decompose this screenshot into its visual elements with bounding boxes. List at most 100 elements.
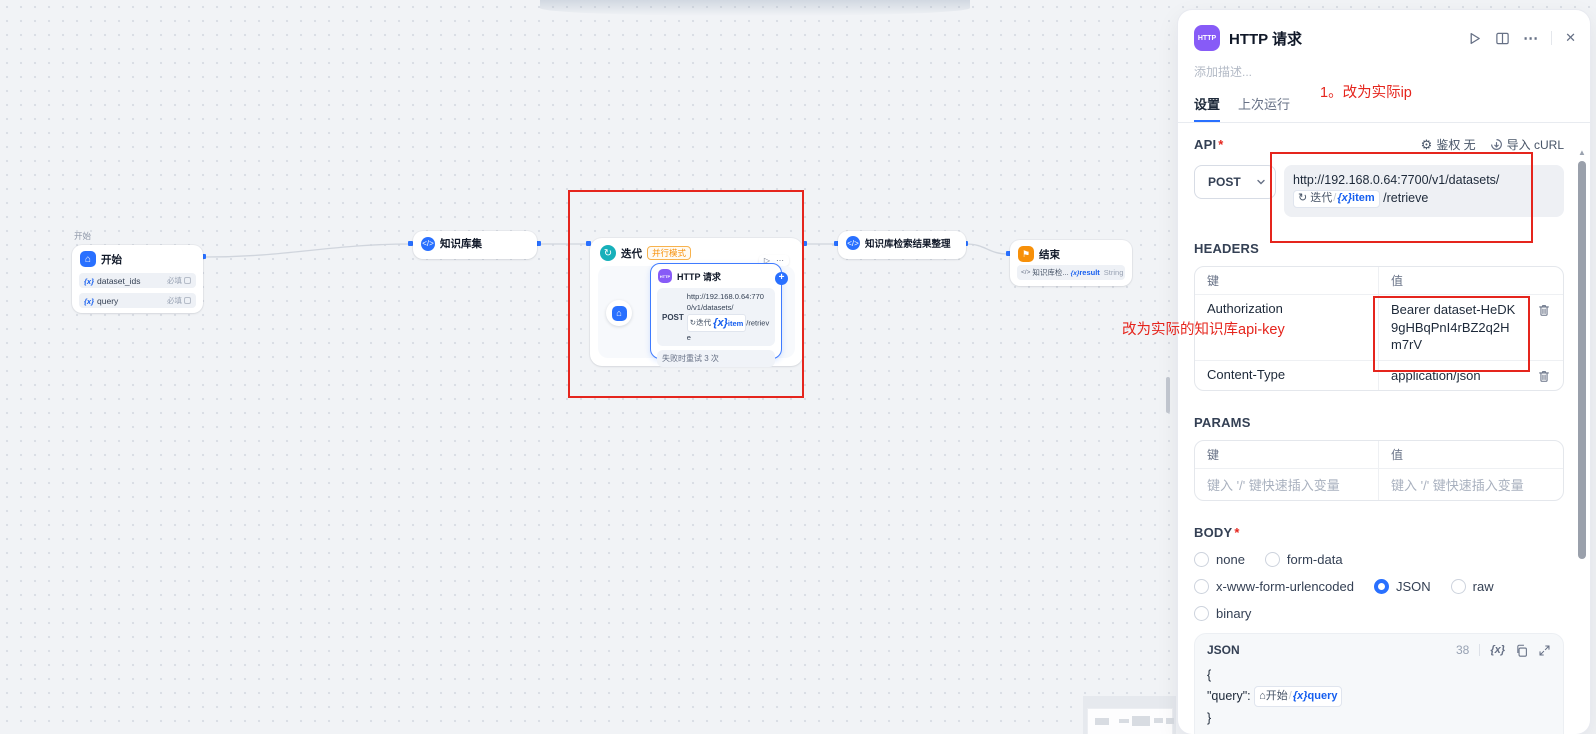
radio-none[interactable]: none [1194, 552, 1245, 567]
start-var-query[interactable]: {x}query 必填 [79, 293, 196, 308]
radio-x-www-form-urlencoded[interactable]: x-www-form-urlencoded [1194, 579, 1354, 594]
radio-form-data[interactable]: form-data [1265, 552, 1343, 567]
minimap-viewport [1088, 709, 1172, 734]
iteration-start-node[interactable]: ⌂ [606, 300, 632, 326]
radio-circle [1194, 552, 1209, 567]
import-icon [1490, 138, 1503, 151]
node-start[interactable]: ⌂ 开始 {x}dataset_ids 必填 {x}query 必填 [72, 245, 203, 313]
required-star: * [1234, 525, 1239, 540]
http-icon: HTTP [658, 269, 672, 283]
description-placeholder[interactable]: 添加描述... [1178, 51, 1590, 80]
refresh-icon: ↻ [1298, 192, 1307, 204]
annotation-change-ip: 1。改为实际ip [1320, 81, 1412, 102]
node-end[interactable]: ⚑ 结束 </> 知识库检... {x}result String [1010, 240, 1132, 286]
header-value-input[interactable]: application/json [1391, 367, 1481, 385]
body-section-title: BODY* [1194, 525, 1564, 540]
header-key-input[interactable]: Content-Type [1195, 361, 1379, 391]
add-node-button[interactable]: + [775, 272, 788, 285]
auth-setting-button[interactable]: ⚙ 鉴权 无 [1421, 136, 1476, 153]
end-node-title: 结束 [1039, 247, 1060, 262]
radio-circle [1194, 606, 1209, 621]
insert-variable-button[interactable]: {x} [1490, 644, 1505, 656]
body-type-options: none form-data x-www-form-urlencoded JSO… [1194, 552, 1564, 621]
annotation-change-api-key: 改为实际的知识库api-key [1122, 318, 1285, 339]
http-node-config-panel: HTTP HTTP 请求 ⋯ ✕ 添加描述... 设置 上次运行 API* ⚙ … [1178, 10, 1590, 734]
required-icon [184, 277, 191, 284]
home-icon: ⌂ [80, 251, 96, 267]
panel-title: HTTP 请求 [1229, 28, 1458, 49]
char-count: 38 [1456, 643, 1469, 657]
radio-binary[interactable]: binary [1194, 606, 1251, 621]
canvas-scrollbar-thumb[interactable] [1166, 377, 1170, 413]
import-curl-button[interactable]: 导入 cURL [1490, 136, 1564, 153]
scrollbar-thumb[interactable] [1578, 161, 1586, 559]
param-key-input[interactable]: 键入 '/' 键快速插入变量 [1195, 469, 1379, 500]
headers-col-key: 键 [1195, 267, 1379, 294]
arrange-node-title: 知识库检索结果整理 [865, 236, 951, 250]
method-select[interactable]: POST [1194, 165, 1276, 199]
url-input[interactable]: http://192.168.0.64:7700/v1/datasets/↻ 迭… [1284, 165, 1564, 217]
json-body-content[interactable]: { "query": ⌂开始/{x}query } [1207, 665, 1551, 729]
json-editor[interactable]: JSON 38 {x} { "query": ⌂开始/{x}query } [1194, 633, 1564, 734]
code-icon: </> [1021, 269, 1030, 276]
parallel-mode-badge: 并行模式 [647, 246, 691, 260]
http-mini-url: POST http://192.168.0.64:7700/v1/dataset… [657, 288, 775, 346]
editor-label: JSON [1207, 643, 1456, 657]
param-value-input[interactable]: 键入 '/' 键快速插入变量 [1379, 469, 1563, 500]
iteration-node-title: 迭代 [621, 246, 642, 261]
http-node-title: HTTP 请求 [677, 270, 721, 283]
end-output-row: </> 知识库检... {x}result String [1017, 265, 1125, 280]
start-var-dataset-ids[interactable]: {x}dataset_ids 必填 [79, 273, 196, 288]
trash-icon[interactable] [1537, 303, 1551, 354]
start-node-title: 开始 [101, 252, 122, 267]
node-arrange-results[interactable]: </> 知识库检索结果整理 [838, 231, 966, 259]
node-knowledge-base[interactable]: </> 知识库集 [413, 231, 537, 259]
variable-icon: {x} [84, 297, 94, 306]
refresh-icon: ↻ [600, 245, 616, 261]
radio-circle [1451, 579, 1466, 594]
kb-node-title: 知识库集 [440, 236, 482, 251]
header-value-input[interactable]: Bearer dataset-HeDK9gHBqPnI4rBZ2q2Hm7rV [1391, 301, 1519, 354]
copy-icon[interactable] [1515, 644, 1528, 657]
node-iteration[interactable]: ↻ 迭代 并行模式 ▷ ⋯ ⌂ HTTP HTTP 请求 + POST http… [590, 238, 803, 366]
body-variable-pill[interactable]: ⌂开始/{x}query [1254, 686, 1342, 707]
iteration-body: ⌂ HTTP HTTP 请求 + POST http://192.168.0.6… [598, 266, 795, 358]
minimap[interactable] [1083, 696, 1176, 734]
http-icon: HTTP [1194, 25, 1220, 51]
radio-json[interactable]: JSON [1374, 579, 1431, 594]
table-row: Content-Type application/json [1195, 360, 1563, 391]
panel-scrollbar[interactable]: ▲ [1576, 146, 1588, 734]
more-icon[interactable]: ⋯ [1523, 29, 1538, 47]
run-node-button[interactable] [1467, 31, 1482, 46]
params-section-title: PARAMS [1194, 415, 1564, 430]
expand-icon[interactable] [1538, 644, 1551, 657]
close-icon[interactable]: ✕ [1565, 30, 1576, 46]
api-section-title: API* [1194, 137, 1224, 152]
radio-circle [1374, 579, 1389, 594]
radio-circle [1194, 579, 1209, 594]
home-icon: ⌂ [612, 306, 627, 321]
radio-circle [1265, 552, 1280, 567]
http-retry-label: 失败时重试 3 次 [657, 350, 775, 367]
docs-icon[interactable] [1495, 31, 1510, 46]
url-variable-pill[interactable]: ↻ 迭代/{x}item [1293, 190, 1380, 208]
headers-section-title: HEADERS [1194, 241, 1564, 256]
home-icon: ⌂ [1259, 690, 1266, 702]
divider [1551, 31, 1552, 45]
required-icon [184, 297, 191, 304]
tab-settings[interactable]: 设置 [1194, 94, 1220, 122]
radio-raw[interactable]: raw [1451, 579, 1494, 594]
required-star: * [1218, 137, 1223, 152]
table-row: 键入 '/' 键快速插入变量 键入 '/' 键快速插入变量 [1195, 468, 1563, 500]
code-icon: </> [421, 237, 435, 251]
chevron-down-icon [1256, 177, 1266, 187]
divider [1479, 644, 1480, 656]
code-icon: </> [846, 236, 860, 250]
trash-icon[interactable] [1537, 369, 1551, 385]
params-table: 键 值 键入 '/' 键快速插入变量 键入 '/' 键快速插入变量 [1194, 440, 1564, 501]
scroll-up-arrow-icon[interactable]: ▲ [1576, 146, 1588, 160]
end-flag-icon: ⚑ [1018, 246, 1034, 262]
tab-last-run[interactable]: 上次运行 [1238, 94, 1290, 122]
headers-col-value: 值 [1379, 267, 1563, 294]
node-http-request-inner[interactable]: HTTP HTTP 请求 + POST http://192.168.0.64:… [650, 263, 782, 359]
